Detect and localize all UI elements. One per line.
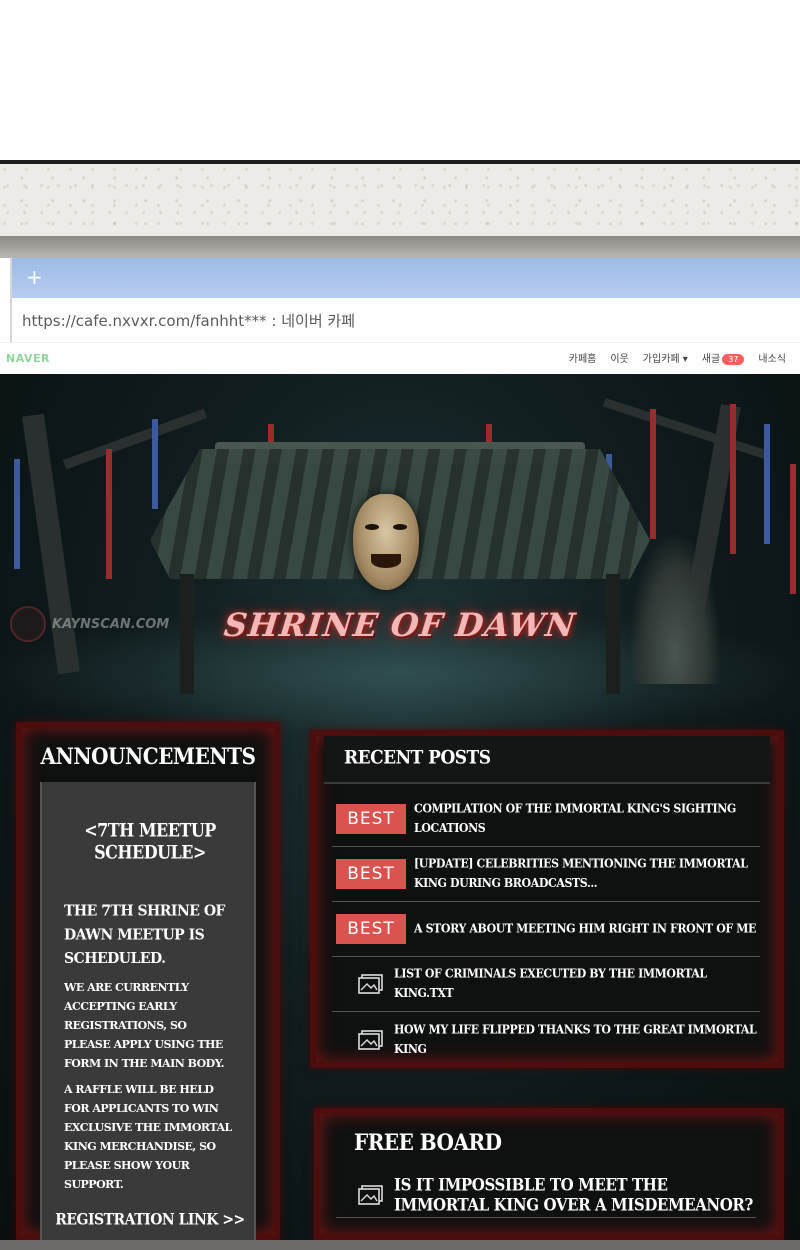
post-title[interactable]: COMPILATION OF THE IMMORTAL KING'S SIGHT… <box>414 799 760 839</box>
cafe-banner-scene: KAYNSCAN.COM SHRINE OF DAWN ANNOUNCEMENT… <box>0 374 800 1240</box>
monitor-bezel <box>0 236 800 258</box>
mask-eye <box>393 524 407 530</box>
recent-posts-title: RECENT POSTS <box>344 746 491 770</box>
post-title[interactable]: LIST OF CRIMINALS EXECUTED BY THE IMMORT… <box>394 964 760 1004</box>
registration-link[interactable]: REGISTRATION LINK >> <box>42 1211 258 1229</box>
post-title[interactable]: [UPDATE] CELEBRITIES MENTIONING THE IMMO… <box>414 854 760 894</box>
wall-background <box>0 164 800 236</box>
image-post-icon <box>358 1029 384 1050</box>
meetup-schedule-heading: <7TH MEETUP SCHEDULE> <box>84 819 216 863</box>
best-badge: BEST <box>336 859 406 889</box>
list-item[interactable]: IS IT IMPOSSIBLE TO MEET THE IMMORTAL KI… <box>336 1172 756 1218</box>
hahoe-mask-emblem <box>353 494 419 590</box>
list-item[interactable]: BEST COMPILATION OF THE IMMORTAL KING'S … <box>332 792 760 847</box>
list-item[interactable]: HOW MY LIFE FLIPPED THANKS TO THE GREAT … <box>332 1012 760 1067</box>
announcement-lead: THE 7TH SHRINE OF DAWN MEETUP IS SCHEDUL… <box>64 902 225 968</box>
mask-eye <box>365 524 379 530</box>
announcement-paragraph: A RAFFLE WILL BE HELD FOR APPLICANTS TO … <box>64 1083 232 1191</box>
monitor-bezel-bottom <box>0 1240 800 1250</box>
menu-new-posts[interactable]: 새글 37 <box>702 350 745 365</box>
ribbon <box>764 424 770 544</box>
post-title[interactable]: HOW MY LIFE FLIPPED THANKS TO THE GREAT … <box>394 1020 760 1060</box>
ribbon <box>152 419 158 509</box>
image-post-icon <box>358 1184 384 1205</box>
list-item[interactable]: BEST A STORY ABOUT MEETING HIM RIGHT IN … <box>332 902 760 957</box>
announcement-card: <7TH MEETUP SCHEDULE> THE 7TH SHRINE OF … <box>40 782 256 1240</box>
free-board-panel: FREE BOARD IS IT IMPOSSIBLE TO MEET THE … <box>314 1108 784 1240</box>
tree-branch <box>62 408 208 470</box>
menu-my-news[interactable]: 내소식 <box>758 350 786 365</box>
new-tab-button[interactable]: + <box>26 265 43 289</box>
ribbon <box>790 464 796 594</box>
list-item[interactable]: BEST [UPDATE] CELEBRITIES MENTIONING THE… <box>332 847 760 902</box>
tree-branch <box>602 397 768 460</box>
menu-new-posts-label: 새글 <box>701 354 721 365</box>
menu-joined-cafes[interactable]: 가입카페 ▾ <box>643 350 688 365</box>
cafe-title: SHRINE OF DAWN <box>222 606 578 644</box>
ribbon <box>730 404 736 554</box>
list-item[interactable]: LIST OF CRIMINALS EXECUTED BY THE IMMORT… <box>332 957 760 1012</box>
announcements-panel: ANNOUNCEMENTS <7TH MEETUP SCHEDULE> THE … <box>16 722 280 1240</box>
ribbon <box>650 409 656 539</box>
mask-mouth <box>371 554 401 568</box>
address-bar[interactable]: https://cafe.nxvxr.com/fanhht*** : 네이버 카… <box>10 298 800 342</box>
recent-posts-list: BEST COMPILATION OF THE IMMORTAL KING'S … <box>332 792 760 1067</box>
naver-cafe-bar: NAVER 카페홈 이웃 가입카페 ▾ 새글 37 내소식 <box>0 342 800 374</box>
announcements-title: ANNOUNCEMENTS <box>40 742 256 770</box>
url-text[interactable]: https://cafe.nxvxr.com/fanhht*** : 네이버 카… <box>22 310 355 331</box>
browser-tab-bar: + <box>10 258 800 298</box>
image-post-icon <box>358 974 384 994</box>
menu-neighbors[interactable]: 이웃 <box>610 350 628 365</box>
post-title[interactable]: IS IT IMPOSSIBLE TO MEET THE IMMORTAL KI… <box>394 1175 756 1215</box>
menu-cafe-home[interactable]: 카페홈 <box>569 350 597 365</box>
best-badge: BEST <box>336 804 406 834</box>
post-title[interactable]: A STORY ABOUT MEETING HIM RIGHT IN FRONT… <box>414 919 756 939</box>
new-posts-badge: 37 <box>722 354 745 365</box>
recent-posts-panel: RECENT POSTS BEST COMPILATION OF THE IMM… <box>310 730 784 1068</box>
best-badge: BEST <box>336 914 406 944</box>
announcement-paragraph: WE ARE CURRENTLY ACCEPTING EARLY REGISTR… <box>64 981 225 1070</box>
free-board-title: FREE BOARD <box>354 1128 502 1156</box>
ribbon <box>106 449 112 579</box>
naver-logo[interactable]: NAVER <box>6 352 50 365</box>
ribbon <box>14 459 20 569</box>
blank-top-area <box>0 0 800 162</box>
naver-menu: 카페홈 이웃 가입카페 ▾ 새글 37 내소식 <box>569 350 786 365</box>
